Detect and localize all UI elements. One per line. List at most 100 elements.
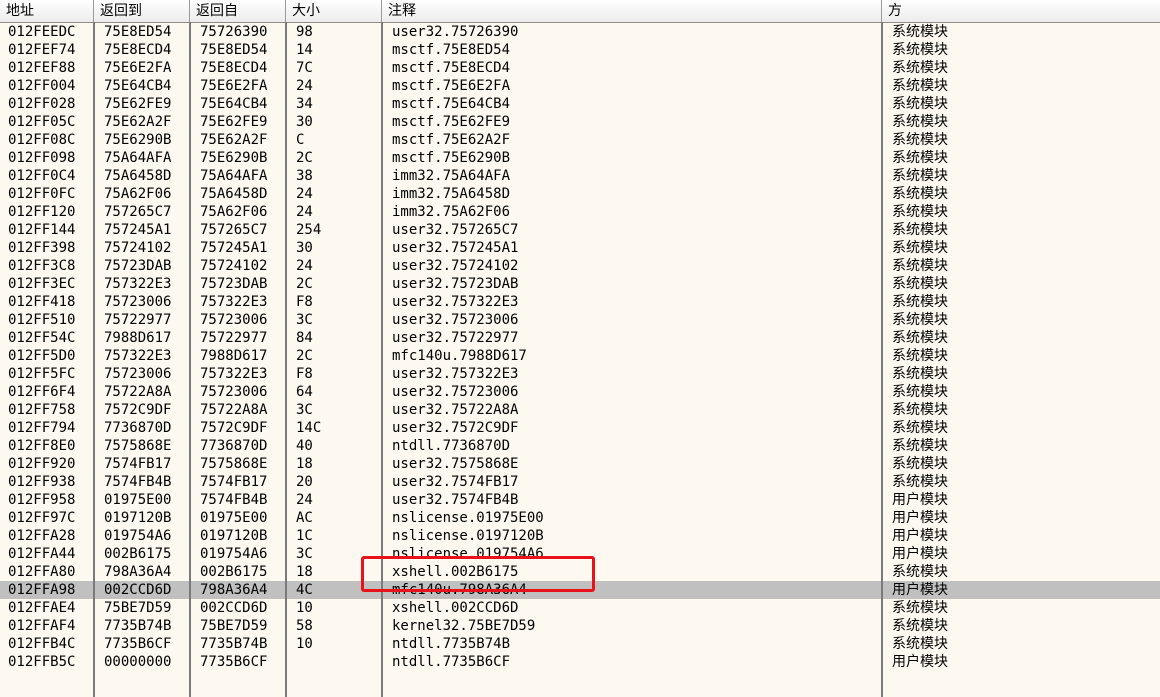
table-row[interactable]: 012FF5D0 757322E3 7988D617 2C mfc140u.7988D6… [0, 347, 1160, 365]
cell-party: 系统模块 [892, 204, 948, 220]
cell-return-from: 002CCD6D [200, 600, 268, 616]
table-row[interactable]: 012FF004 75E64CB4 75E6E2FA 24 msctf.75E6E2FA… [0, 77, 1160, 95]
cell-address: 012FF3C8 [8, 258, 76, 274]
cell-return-from: 798A36A4 [200, 582, 268, 598]
cell-address: 012FF08C [8, 132, 76, 148]
cell-party: 系统模块 [892, 618, 948, 634]
table-row[interactable]: 012FFAF4 7735B74B 75BE7D59 58 kernel32.75BE7… [0, 617, 1160, 635]
cell-return-to: 75723DAB [104, 258, 172, 274]
table-row[interactable]: 012FEEDC 75E8ED54 75726390 98 user32.7572639… [0, 23, 1160, 41]
table-row[interactable]: 012FF5FC 75723006 757322E3 F8 user32.757322E… [0, 365, 1160, 383]
cell-party: 系统模块 [892, 564, 948, 580]
cell-return-from: 7736870D [200, 438, 268, 454]
cell-size: AC [296, 510, 313, 526]
table-row[interactable]: 012FF098 75A64AFA 75E6290B 2C msctf.75E6290B… [0, 149, 1160, 167]
table-row[interactable]: 012FF0C4 75A6458D 75A64AFA 38 imm32.75A64AFA… [0, 167, 1160, 185]
cell-return-to: 75E62A2F [104, 114, 172, 130]
table-row[interactable]: 012FF08C 75E6290B 75E62A2F Cmsctf.75E62A2F 系… [0, 131, 1160, 149]
table-row[interactable]: 012FF97C 0197120B 01975E00 AC nslicense.0197… [0, 509, 1160, 527]
column-header-address[interactable]: 地址 [0, 0, 94, 22]
cell-comment: xshell.002B6175 [392, 564, 519, 580]
cell-party: 系统模块 [892, 600, 948, 616]
table-row[interactable]: 012FFA80 798A36A4 002B6175 18 xshell.002B617… [0, 563, 1160, 581]
table-row[interactable]: 012FF54C 7988D617 75722977 84 user32.7572297… [0, 329, 1160, 347]
cell-return-from: 0197120B [200, 528, 268, 544]
cell-return-from: 757265C7 [200, 222, 268, 238]
cell-address: 012FF6F4 [8, 384, 76, 400]
cell-return-from: 757322E3 [200, 294, 268, 310]
column-header-comment[interactable]: 注释 [382, 0, 882, 22]
table-row[interactable]: 012FF418 75723006 757322E3 F8 user32.757322E… [0, 293, 1160, 311]
cell-address: 012FF5FC [8, 366, 76, 382]
cell-return-from: 75A64AFA [200, 168, 268, 184]
table-row[interactable]: 012FF938 7574FB4B 7574FB17 20 user32.7574FB1… [0, 473, 1160, 491]
cell-party: 系统模块 [892, 186, 948, 202]
cell-return-to: 7735B6CF [104, 636, 172, 652]
cell-comment: user32.75723006 [392, 312, 519, 328]
cell-comment: msctf.75E8ECD4 [392, 60, 511, 76]
table-row[interactable]: 012FF8E0 7575868E 7736870D 40 ntdll.7736870D… [0, 437, 1160, 455]
cell-return-from: 019754A6 [200, 546, 268, 562]
cell-comment: imm32.75A62F06 [392, 204, 511, 220]
cell-comment: user32.75723DAB [392, 276, 519, 292]
cell-return-from: 75E6E2FA [200, 78, 268, 94]
cell-party: 系统模块 [892, 24, 948, 40]
cell-return-from: 7574FB17 [200, 474, 268, 490]
cell-comment: user32.7574FB4B [392, 492, 519, 508]
cell-comment: ntdll.7735B74B [392, 636, 511, 652]
cell-return-to: 00000000 [104, 654, 172, 670]
table-row[interactable]: 012FF144 757245A1 757265C7 254 user32.757265… [0, 221, 1160, 239]
table-row[interactable]: 012FF0FC 75A62F06 75A6458D 24 imm32.75A6458D… [0, 185, 1160, 203]
cell-party: 系统模块 [892, 78, 948, 94]
table-row[interactable]: 012FEF74 75E8ECD4 75E8ED54 14 msctf.75E8ED54… [0, 41, 1160, 59]
cell-address: 012FFAE4 [8, 600, 76, 616]
table-row[interactable]: 012FF3C8 75723DAB 75724102 24 user32.7572410… [0, 257, 1160, 275]
table-row[interactable]: 012FFA28 019754A6 0197120B 1C nslicense.0197… [0, 527, 1160, 545]
table-row[interactable]: 012FEF88 75E6E2FA 75E8ECD4 7C msctf.75E8ECD4… [0, 59, 1160, 77]
table-row[interactable]: 012FF958 01975E00 7574FB4B 24 user32.7574FB4… [0, 491, 1160, 509]
cell-comment: msctf.75E8ED54 [392, 42, 511, 58]
table-row[interactable]: 012FF028 75E62FE9 75E64CB4 34 msctf.75E64CB4… [0, 95, 1160, 113]
cell-return-to: 01975E00 [104, 492, 172, 508]
column-header-party[interactable]: 方 [882, 0, 1160, 22]
cell-comment: user32.757322E3 [392, 294, 519, 310]
cell-party: 系统模块 [892, 438, 948, 454]
table-row[interactable]: 012FF510 75722977 75723006 3C user32.7572300… [0, 311, 1160, 329]
table-row[interactable]: 012FFB4C 7735B6CF 7735B74B 10 ntdll.7735B74B… [0, 635, 1160, 653]
cell-comment: user32.75726390 [392, 24, 519, 40]
table-row[interactable]: 012FF398 75724102 757245A1 30 user32.757245A… [0, 239, 1160, 257]
table-row[interactable]: 012FF05C 75E62A2F 75E62FE9 30 msctf.75E62FE9… [0, 113, 1160, 131]
table-row[interactable]: 012FF758 7572C9DF 75722A8A 3C user32.75722A8… [0, 401, 1160, 419]
column-header-return-from[interactable]: 返回自 [190, 0, 286, 22]
cell-return-to: 75E62FE9 [104, 96, 172, 112]
table-row[interactable]: 012FF120 757265C7 75A62F06 24 imm32.75A62F06… [0, 203, 1160, 221]
column-header-return-to[interactable]: 返回到 [94, 0, 190, 22]
cell-party: 系统模块 [892, 456, 948, 472]
table-row[interactable]: 012FF3EC 757322E3 75723DAB 2C user32.75723DA… [0, 275, 1160, 293]
cell-return-to: 75BE7D59 [104, 600, 172, 616]
table-row[interactable]: 012FFA44 002B6175 019754A6 3C nslicense.0197… [0, 545, 1160, 563]
cell-party: 用户模块 [892, 528, 948, 544]
cell-return-from: 75724102 [200, 258, 268, 274]
cell-return-from: 757322E3 [200, 366, 268, 382]
table-row[interactable]: 012FF6F4 75722A8A 75723006 64 user32.7572300… [0, 383, 1160, 401]
cell-address: 012FFA98 [8, 582, 76, 598]
cell-return-to: 75722977 [104, 312, 172, 328]
column-divider [881, 22, 883, 697]
cell-party: 系统模块 [892, 150, 948, 166]
table-row[interactable]: 012FFB5C 00000000 7735B6CF ntdll.7735B6CF 用户… [0, 653, 1160, 671]
cell-return-from: 7572C9DF [200, 420, 268, 436]
table-row[interactable]: 012FF920 7574FB17 7575868E 18 user32.7575868… [0, 455, 1160, 473]
cell-size: 34 [296, 96, 313, 112]
cell-return-from: 75723DAB [200, 276, 268, 292]
cell-party: 系统模块 [892, 240, 948, 256]
cell-size: 24 [296, 258, 313, 274]
column-header-size[interactable]: 大小 [286, 0, 382, 22]
cell-return-to: 7572C9DF [104, 402, 172, 418]
cell-address: 012FFB4C [8, 636, 76, 652]
table-row[interactable]: 012FFAE4 75BE7D59 002CCD6D 10 xshell.002CCD6… [0, 599, 1160, 617]
table-row-selected[interactable]: 012FFA98 002CCD6D 798A36A4 4C mfc140u.798A36… [0, 581, 1160, 599]
cell-comment: user32.7574FB17 [392, 474, 519, 490]
cell-size: 20 [296, 474, 313, 490]
table-row[interactable]: 012FF794 7736870D 7572C9DF 14C user32.7572C9… [0, 419, 1160, 437]
